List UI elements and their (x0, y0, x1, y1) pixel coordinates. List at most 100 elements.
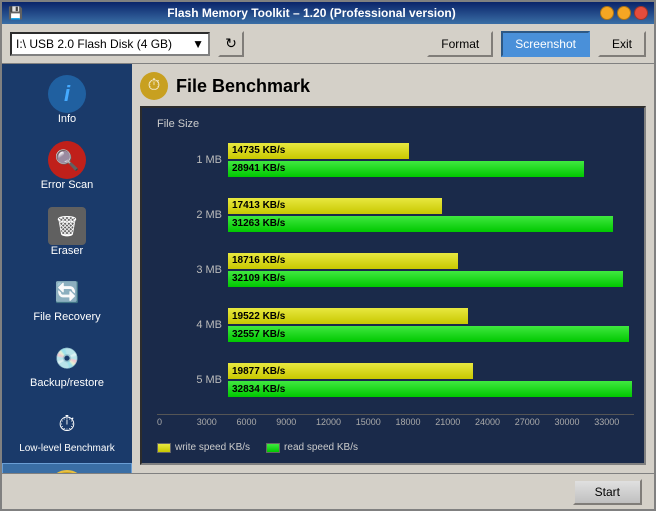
legend-write-color (157, 443, 171, 453)
sidebar-item-backup-restore[interactable]: 💿 Backup/restore (2, 332, 132, 396)
sidebar-item-backup-restore-label: Backup/restore (30, 377, 104, 389)
x-tick: 9000 (276, 417, 316, 427)
file-size-label: File Size (157, 118, 634, 130)
chart-title-icon: ⏱ (140, 72, 168, 100)
read-bar: 32109 KB/s (228, 271, 623, 287)
disk-dropdown[interactable]: I:\ USB 2.0 Flash Disk (4 GB) ▼ (10, 32, 210, 56)
x-tick: 15000 (356, 417, 396, 427)
bar-mb-label: 1 MB (192, 154, 222, 166)
sidebar-item-error-scan-label: Error Scan (41, 179, 94, 191)
main-content: i Info 🔍 Error Scan 🗑 Eraser 🔄 File Reco… (2, 64, 654, 473)
x-tick: 6000 (237, 417, 277, 427)
bar-group-3-MB: 3 MB 18716 KB/s 32109 KB/s (192, 253, 634, 287)
title-bar-text: Flash Memory Toolkit – 1.20 (Professiona… (23, 6, 600, 20)
write-bar-value: 18716 KB/s (232, 255, 285, 266)
read-bar: 28941 KB/s (228, 161, 584, 177)
title-bar: 💾 Flash Memory Toolkit – 1.20 (Professio… (2, 2, 654, 24)
read-bar: 32834 KB/s (228, 381, 632, 397)
write-bar-value: 19877 KB/s (232, 366, 285, 377)
error-scan-icon: 🔍 (48, 141, 86, 179)
refresh-icon: ↻ (225, 35, 237, 52)
write-bar-value: 19522 KB/s (232, 311, 285, 322)
sidebar-item-file-recovery-label: File Recovery (33, 311, 100, 323)
write-bar-value: 14735 KB/s (232, 145, 285, 156)
bar-mb-label: 4 MB (192, 319, 222, 331)
read-bar: 32557 KB/s (228, 326, 629, 342)
x-tick: 3000 (197, 417, 237, 427)
sidebar-item-low-level-benchmark[interactable]: ⏱ Low-level Benchmark (2, 398, 132, 461)
sidebar-item-info-label: Info (58, 113, 76, 125)
backup-restore-icon: 💿 (48, 339, 86, 377)
chart-title: File Benchmark (176, 76, 310, 97)
sidebar: i Info 🔍 Error Scan 🗑 Eraser 🔄 File Reco… (2, 64, 132, 473)
eraser-icon: 🗑 (48, 207, 86, 245)
disk-select-area: I:\ USB 2.0 Flash Disk (4 GB) ▼ (10, 32, 210, 56)
sidebar-item-error-scan[interactable]: 🔍 Error Scan (2, 134, 132, 198)
minimize-button[interactable] (600, 6, 614, 20)
toolbar: I:\ USB 2.0 Flash Disk (4 GB) ▼ ↻ Format… (2, 24, 654, 64)
x-tick: 33000 (594, 417, 634, 427)
write-bar: 14735 KB/s (228, 143, 409, 159)
sidebar-item-eraser-label: Eraser (51, 245, 83, 257)
x-tick: 18000 (396, 417, 436, 427)
write-bar: 17413 KB/s (228, 198, 442, 214)
write-bar: 19522 KB/s (228, 308, 468, 324)
legend-write: write speed KB/s (157, 442, 250, 453)
refresh-button[interactable]: ↻ (218, 31, 244, 57)
legend: write speed KB/s read speed KB/s (157, 438, 634, 453)
x-tick: 21000 (435, 417, 475, 427)
x-tick: 0 (157, 417, 197, 427)
close-button[interactable] (634, 6, 648, 20)
exit-button[interactable]: Exit (598, 31, 646, 57)
chart-area: ⏱ File Benchmark File Size 1 MB 14735 KB/… (132, 64, 654, 473)
low-level-benchmark-icon: ⏱ (48, 405, 86, 443)
chart-header: ⏱ File Benchmark (140, 72, 646, 100)
legend-read: read speed KB/s (266, 442, 358, 453)
bar-mb-label: 3 MB (192, 264, 222, 276)
bars-wrapper: 1 MB14735 KB/s28941 KB/s2 MB17413 KB/s31… (192, 134, 634, 410)
bar-group-4-MB: 4 MB 19522 KB/s 32557 KB/s (192, 308, 634, 342)
write-bar: 18716 KB/s (228, 253, 458, 269)
legend-write-label: write speed KB/s (175, 442, 250, 453)
bar-group-5-MB: 5 MB 19877 KB/s 32834 KB/s (192, 363, 634, 397)
screenshot-button[interactable]: Screenshot (501, 31, 590, 57)
dropdown-arrow-icon: ▼ (192, 37, 204, 51)
read-bar-value: 32557 KB/s (232, 329, 285, 340)
start-button[interactable]: Start (573, 479, 642, 505)
format-button[interactable]: Format (427, 31, 493, 57)
main-window: 💾 Flash Memory Toolkit – 1.20 (Professio… (0, 0, 656, 511)
sidebar-item-file-recovery[interactable]: 🔄 File Recovery (2, 266, 132, 330)
read-bar: 31263 KB/s (228, 216, 613, 232)
bar-mb-label: 5 MB (192, 374, 222, 386)
disk-value: I:\ USB 2.0 Flash Disk (4 GB) (16, 37, 172, 51)
bars-column: 19877 KB/s 32834 KB/s (228, 363, 634, 397)
x-tick: 27000 (515, 417, 555, 427)
maximize-button[interactable] (617, 6, 631, 20)
read-bar-value: 28941 KB/s (232, 163, 285, 174)
legend-read-label: read speed KB/s (284, 442, 358, 453)
bars-column: 19522 KB/s 32557 KB/s (228, 308, 634, 342)
x-axis: 0300060009000120001500018000210002400027… (157, 414, 634, 434)
legend-read-color (266, 443, 280, 453)
read-bar-value: 31263 KB/s (232, 218, 285, 229)
read-bar-value: 32109 KB/s (232, 273, 285, 284)
info-icon: i (48, 75, 86, 113)
bottom-bar: Start (2, 473, 654, 509)
sidebar-item-low-level-benchmark-label: Low-level Benchmark (19, 443, 115, 454)
bars-column: 17413 KB/s 31263 KB/s (228, 198, 634, 232)
sidebar-item-info[interactable]: i Info (2, 68, 132, 132)
chart-container: File Size 1 MB14735 KB/s28941 KB/s2 MB17… (140, 106, 646, 465)
write-bar-value: 17413 KB/s (232, 200, 285, 211)
read-bar-value: 32834 KB/s (232, 384, 285, 395)
sidebar-item-eraser[interactable]: 🗑 Eraser (2, 200, 132, 264)
x-tick: 30000 (555, 417, 595, 427)
bars-column: 18716 KB/s 32109 KB/s (228, 253, 634, 287)
file-recovery-icon: 🔄 (48, 273, 86, 311)
window-controls (600, 6, 648, 20)
bars-column: 14735 KB/s 28941 KB/s (228, 143, 634, 177)
x-tick: 12000 (316, 417, 356, 427)
bar-group-1-MB: 1 MB 14735 KB/s 28941 KB/s (192, 143, 634, 177)
sidebar-item-file-benchmark[interactable]: ⏱ File Benchmark (2, 463, 132, 473)
inline-chart: File Size 1 MB14735 KB/s28941 KB/s2 MB17… (192, 118, 634, 453)
title-bar-icon: 💾 (8, 6, 23, 20)
